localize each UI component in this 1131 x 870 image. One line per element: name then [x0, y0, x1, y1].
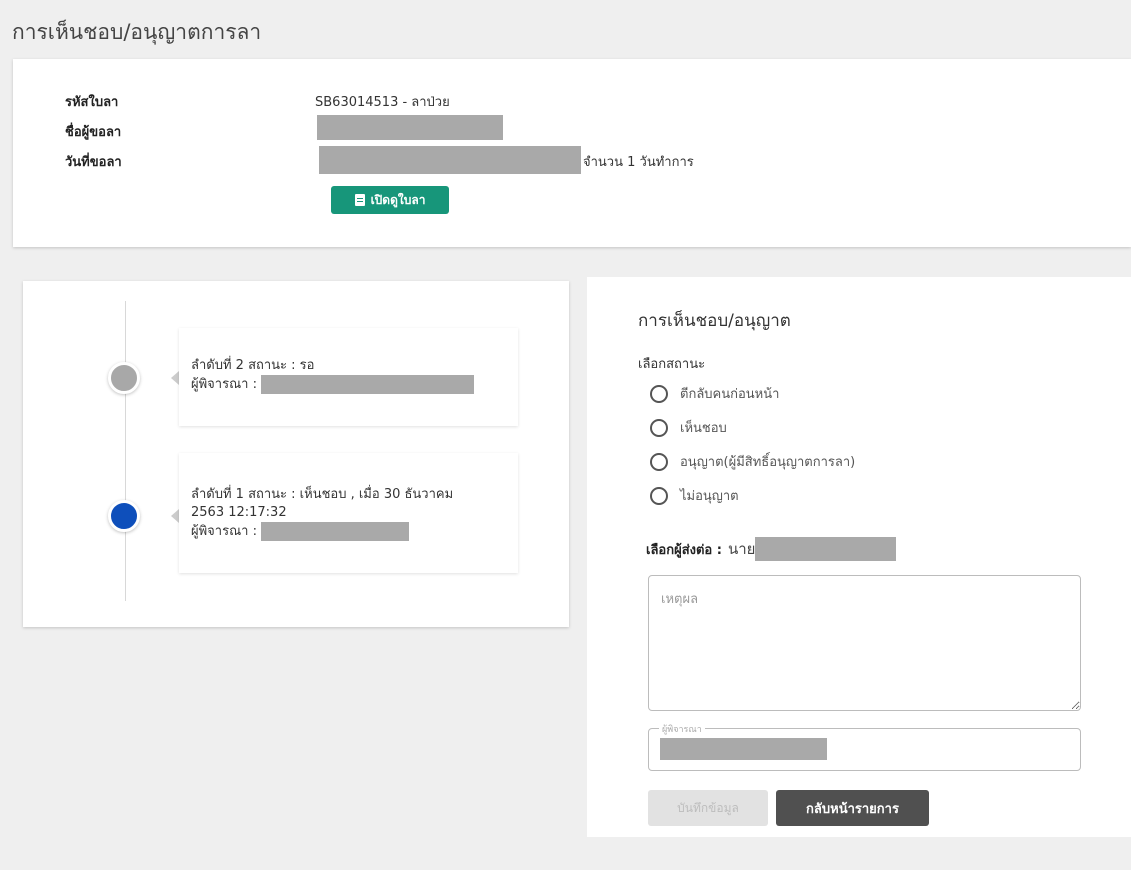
approver-name-redacted — [260, 375, 474, 394]
approver-field-legend: ผู้พิจารณา — [659, 722, 705, 736]
radio-label: ตีกลับคนก่อนหน้า — [680, 387, 780, 402]
radio-circle[interactable] — [650, 486, 668, 505]
leave-code-value: SB63014513 - ลาป่วย — [315, 95, 450, 110]
radio-label: อนุญาต(ผู้มีสิทธิ์อนุญาตการลา) — [680, 455, 856, 470]
timeline-item-approver-label: ผู้พิจารณา : — [191, 523, 257, 539]
requester-label: ชื่อผู้ขอลา — [65, 125, 122, 140]
forward-label: เลือกผู้ส่งต่อ : — [646, 542, 722, 558]
document-icon — [354, 194, 365, 206]
approver-name-redacted — [260, 522, 409, 541]
radio-circle[interactable] — [650, 384, 668, 403]
open-leave-form-label: เปิดดูใบลา — [370, 192, 426, 207]
leave-date-redacted — [319, 146, 581, 174]
radio-label: เห็นชอบ — [680, 421, 727, 436]
radio-circle[interactable] — [650, 418, 668, 437]
page-title: การเห็นชอบ/อนุญาตการลา — [12, 20, 262, 44]
save-button[interactable]: บันทึกข้อมูล — [648, 790, 768, 826]
leave-code-label: รหัสใบลา — [65, 95, 119, 110]
radio-approve[interactable]: เห็นชอบ — [650, 417, 727, 438]
leave-days-count: จำนวน 1 วันทำการ — [583, 155, 694, 170]
timeline-arrow — [171, 509, 179, 523]
requester-name-redacted — [317, 115, 503, 140]
timeline-item: ลำดับที่ 1 สถานะ : เห็นชอบ , เมื่อ 30 ธั… — [179, 453, 518, 573]
timeline-line — [125, 301, 126, 601]
forward-prefix: นาย — [727, 540, 756, 558]
form-title: การเห็นชอบ/อนุญาต — [638, 311, 791, 331]
timeline-item-timestamp: 2563 12:17:32 — [191, 505, 287, 520]
reason-textarea[interactable] — [648, 575, 1081, 711]
back-to-list-button[interactable]: กลับหน้ารายการ — [776, 790, 929, 826]
radio-return-previous[interactable]: ตีกลับคนก่อนหน้า — [650, 383, 779, 404]
leave-date-label: วันที่ขอลา — [65, 155, 122, 170]
approver-field[interactable]: ผู้พิจารณา — [648, 722, 1081, 771]
forward-select[interactable]: เลือกผู้ส่งต่อ : นาย — [646, 537, 897, 561]
approval-timeline-card: ลำดับที่ 2 สถานะ : รอ ผู้พิจารณา : ลำดับ… — [23, 281, 569, 627]
radio-circle[interactable] — [650, 452, 668, 471]
approval-form-card: การเห็นชอบ/อนุญาต เลือกสถานะ ตีกลับคนก่อ… — [587, 277, 1131, 837]
timeline-dot-pending — [108, 362, 140, 394]
open-leave-form-button[interactable]: เปิดดูใบลา — [331, 186, 449, 214]
radio-authorize[interactable]: อนุญาต(ผู้มีสิทธิ์อนุญาตการลา) — [650, 451, 855, 472]
timeline-arrow — [171, 371, 179, 385]
approver-field-redacted — [660, 738, 827, 760]
timeline-item-approver-label: ผู้พิจารณา : — [191, 376, 257, 392]
radio-label: ไม่อนุญาต — [680, 489, 739, 504]
status-select-label: เลือกสถานะ — [638, 357, 706, 372]
forward-name-redacted — [755, 537, 897, 561]
timeline-item-status: ลำดับที่ 1 สถานะ : เห็นชอบ , เมื่อ 30 ธั… — [191, 487, 454, 502]
radio-reject[interactable]: ไม่อนุญาต — [650, 485, 739, 506]
timeline-dot-approved — [108, 500, 140, 532]
timeline-item: ลำดับที่ 2 สถานะ : รอ ผู้พิจารณา : — [179, 328, 518, 426]
timeline-item-status: ลำดับที่ 2 สถานะ : รอ — [191, 358, 315, 373]
leave-info-card: รหัสใบลา SB63014513 - ลาป่วย ชื่อผู้ขอลา… — [13, 59, 1131, 247]
